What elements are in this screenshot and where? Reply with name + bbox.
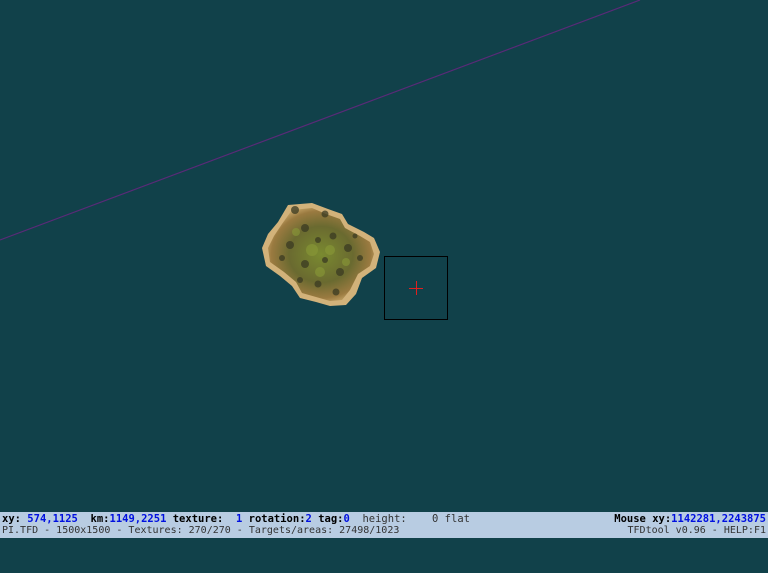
km-label: km: <box>90 513 110 525</box>
tag-value: 0 <box>343 513 350 525</box>
texture-label: texture: <box>172 513 224 525</box>
km-value: 1149,2251 <box>109 513 167 525</box>
map-viewport[interactable] <box>0 0 768 512</box>
texture-value: 1 <box>235 513 243 525</box>
mouse-xy-label: Mouse xy: <box>614 513 672 525</box>
app-info: TFDtool v0.96 - HELP:F1 <box>627 525 766 536</box>
status-bar: xy: 574,1125 km:1149,2251 texture: 1 rot… <box>0 512 768 538</box>
rotation-label: rotation: <box>248 513 306 525</box>
height-value: 0 flat <box>432 513 470 525</box>
file-info: PI.TFD - 1500x1500 - Textures: 270/270 -… <box>2 525 400 536</box>
xy-label: xy: <box>2 513 21 525</box>
xy-value: 574,1125 <box>27 513 78 525</box>
tag-label: tag: <box>318 513 344 525</box>
island[interactable] <box>262 203 380 306</box>
flight-path-line <box>0 0 641 241</box>
status-row-top: xy: 574,1125 km:1149,2251 texture: 1 rot… <box>2 513 766 525</box>
height-label: height: <box>362 513 407 525</box>
status-right-group: Mouse xy:1142281,2243875 <box>614 513 766 525</box>
crosshair-icon-vertical <box>416 281 417 295</box>
rotation-value: 2 <box>305 513 312 525</box>
status-left-group: xy: 574,1125 km:1149,2251 texture: 1 rot… <box>2 513 470 525</box>
status-row-bottom: PI.TFD - 1500x1500 - Textures: 270/270 -… <box>2 525 766 537</box>
mouse-xy-value: 1142281,2243875 <box>671 513 766 525</box>
